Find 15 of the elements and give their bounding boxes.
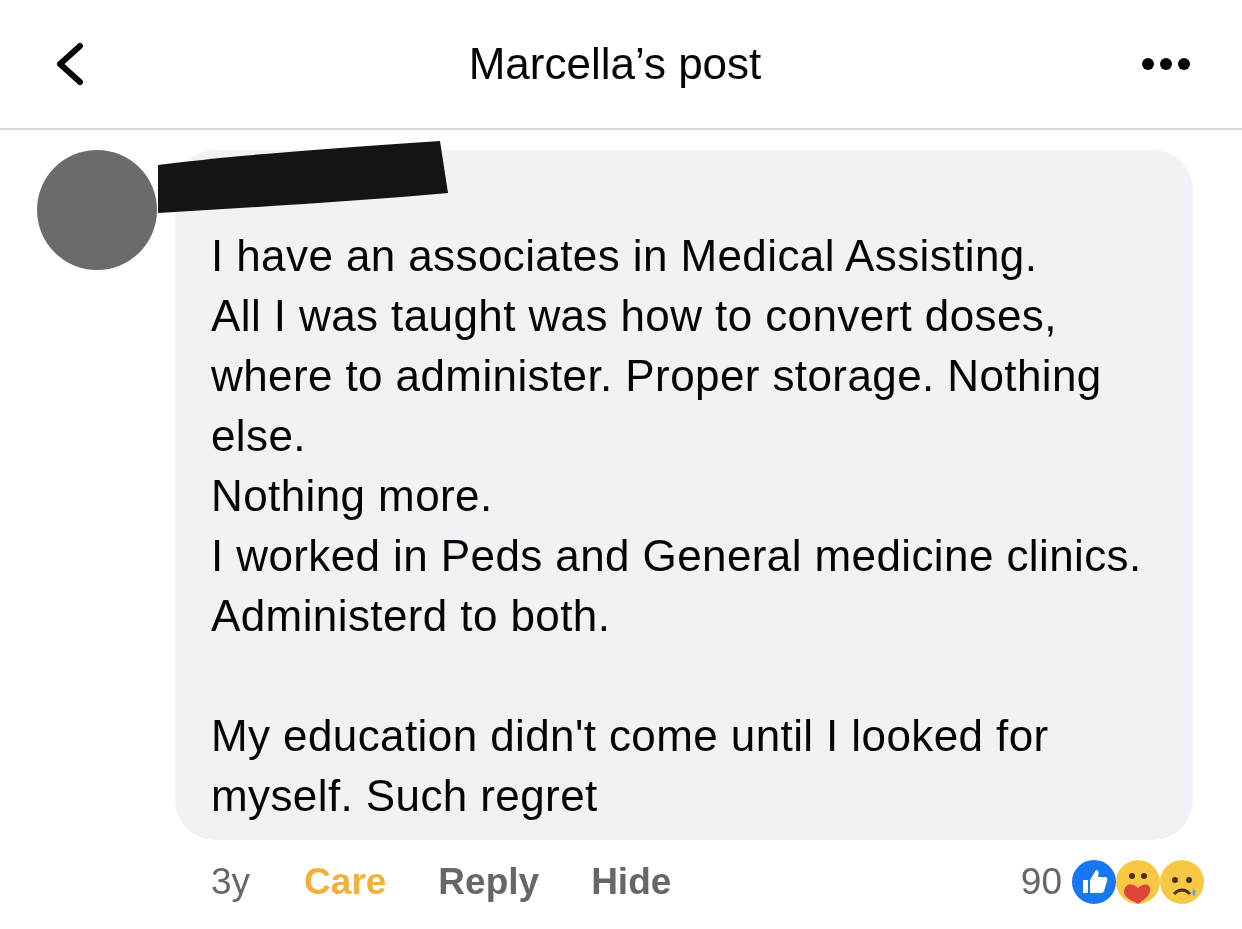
comment-time: 3y	[211, 860, 251, 904]
comment-action-link[interactable]: Reply	[438, 854, 540, 910]
comment-action-link[interactable]: Hide	[591, 854, 672, 910]
reaction-count: 90	[1020, 860, 1062, 904]
more-icon[interactable]	[1142, 58, 1190, 70]
comment-text: I have an associates in Medical Assisting.	[211, 230, 1039, 282]
sad-emoji-icon	[1158, 857, 1206, 906]
comment-text: Administerd to both.	[211, 590, 612, 642]
comment-text: My education didn't come until I looked for myself. Such regret	[211, 710, 1050, 822]
post-title: Marcella’s post	[468, 38, 762, 90]
hugging-emoji-icon	[1114, 857, 1162, 906]
like-icon	[1070, 857, 1118, 906]
comment-text: I worked in Peds and General medicine clinics.	[211, 530, 1143, 582]
comment-text: Nothing more.	[211, 470, 494, 522]
comment-text: All I was taught was how to convert doses, where to administer. Proper storage. Nothing else.	[211, 290, 1103, 462]
